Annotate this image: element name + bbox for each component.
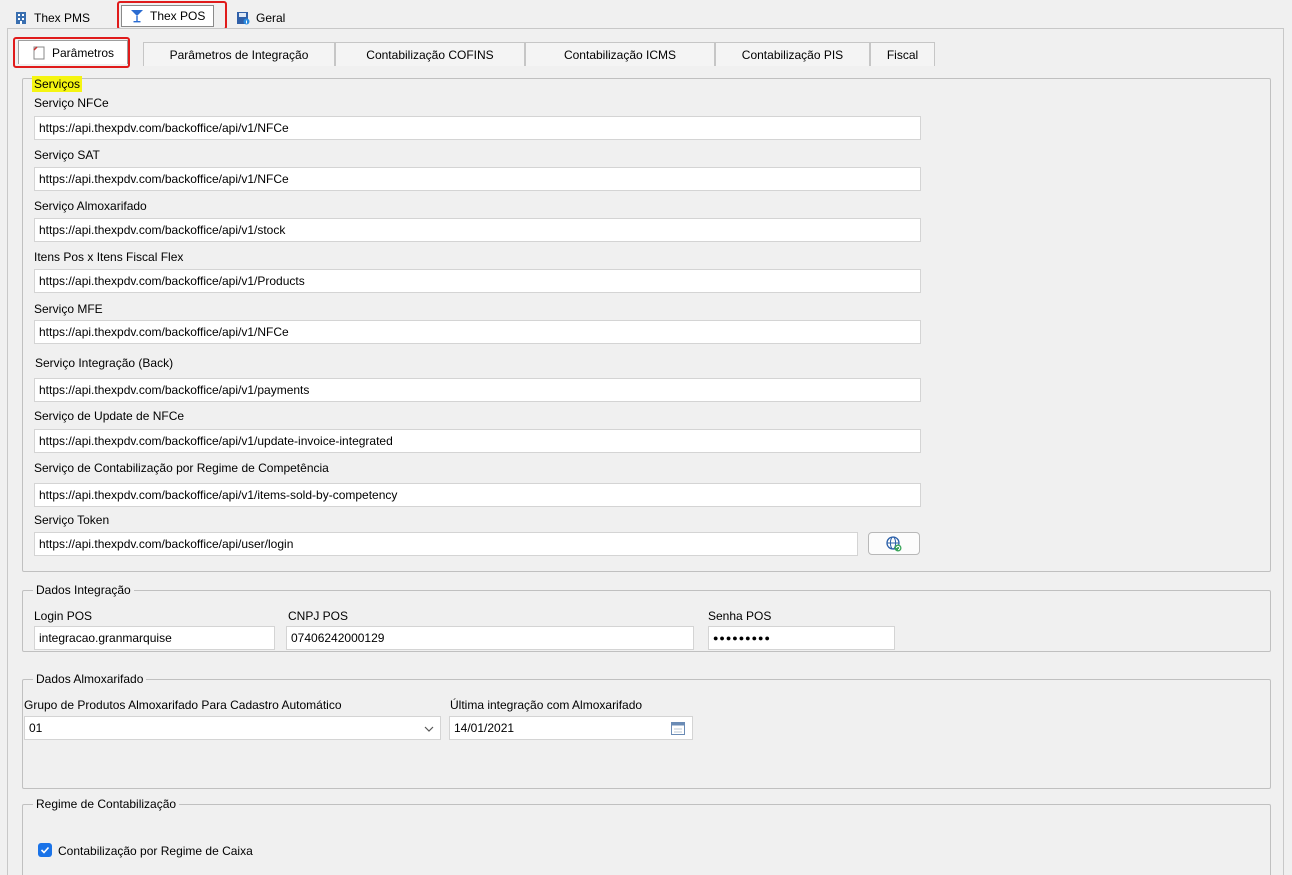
field-label-itens-pos: Itens Pos x Itens Fiscal Flex (34, 250, 184, 264)
cnpj-pos-label: CNPJ POS (288, 609, 349, 623)
grupo-produtos-select[interactable]: 01 (24, 716, 441, 740)
tab-contabilizacao-icms[interactable]: Contabilização ICMS (525, 42, 715, 66)
servicos-title: Serviços (32, 76, 83, 92)
input-servico-almoxarifado[interactable]: https://api.thexpdv.com/backoffice/api/v… (34, 218, 921, 242)
save-info-icon (237, 11, 250, 24)
login-pos-label: Login POS (34, 609, 93, 623)
checkmark-icon (40, 846, 50, 854)
annotation-box-parametros (13, 37, 130, 68)
annotation-box-thex-pos (117, 1, 227, 30)
tab-contabilizacao-pis[interactable]: Contabilização PIS (715, 42, 870, 66)
input-servico-integracao-back[interactable]: https://api.thexpdv.com/backoffice/api/v… (34, 378, 921, 402)
input-servico-nfce[interactable]: https://api.thexpdv.com/backoffice/api/v… (34, 116, 921, 140)
field-label-integracao-back: Serviço Integração (Back) (35, 356, 174, 370)
globe-refresh-icon (886, 535, 902, 551)
cnpj-pos-input[interactable]: 07406242000129 (286, 626, 694, 650)
tab-contabilizacao-cofins[interactable]: Contabilização COFINS (335, 42, 525, 66)
tab-thex-pms-label: Thex PMS (34, 10, 91, 25)
regime-caixa-checkbox[interactable] (38, 843, 52, 857)
calendar-icon[interactable] (670, 720, 686, 736)
building-icon (16, 11, 26, 24)
field-label-token: Serviço Token (34, 513, 110, 527)
chevron-down-icon[interactable] (424, 725, 434, 733)
tab-thex-pms[interactable]: Thex PMS (6, 6, 98, 29)
field-label-nfce: Serviço NFCe (34, 96, 109, 110)
regime-title: Regime de Contabilização (33, 797, 180, 811)
field-label-almoxarifado: Serviço Almoxarifado (34, 199, 147, 213)
field-label-competencia: Serviço de Contabilização por Regime de … (34, 461, 329, 475)
regime-caixa-label[interactable]: Contabilização por Regime de Caixa (58, 844, 253, 858)
field-label-update-nfce: Serviço de Update de NFCe (34, 409, 185, 423)
senha-pos-input[interactable]: ●●●●●●●●● (708, 626, 895, 650)
dados-integracao-title: Dados Integração (33, 583, 134, 597)
regime-group: Regime de Contabilização (22, 797, 1271, 875)
ultima-integracao-date[interactable]: 14/01/2021 (449, 716, 693, 740)
input-servico-token[interactable]: https://api.thexpdv.com/backoffice/api/u… (34, 532, 858, 556)
tab-geral-label: Geral (256, 10, 286, 25)
senha-pos-label: Senha POS (708, 609, 772, 623)
ultima-integracao-value: 14/01/2021 (454, 721, 515, 735)
field-label-mfe: Serviço MFE (34, 302, 103, 316)
field-label-sat: Serviço SAT (34, 148, 100, 162)
tab-fiscal[interactable]: Fiscal (870, 42, 935, 66)
test-token-button[interactable] (868, 532, 920, 555)
login-pos-input[interactable]: integracao.granmarquise (34, 626, 275, 650)
tab-parametros-integracao[interactable]: Parâmetros de Integração (143, 42, 335, 66)
tab-geral[interactable]: Geral (228, 6, 293, 29)
ultima-integracao-label: Última integração com Almoxarifado (450, 698, 643, 712)
dados-almoxarifado-title: Dados Almoxarifado (33, 672, 147, 686)
grupo-produtos-label: Grupo de Produtos Almoxarifado Para Cada… (24, 698, 342, 712)
input-itens-pos[interactable]: https://api.thexpdv.com/backoffice/api/v… (34, 269, 921, 293)
input-servico-update-nfce[interactable]: https://api.thexpdv.com/backoffice/api/v… (34, 429, 921, 453)
input-servico-sat[interactable]: https://api.thexpdv.com/backoffice/api/v… (34, 167, 921, 191)
input-servico-mfe[interactable]: https://api.thexpdv.com/backoffice/api/v… (34, 320, 921, 344)
grupo-produtos-value: 01 (29, 721, 43, 735)
input-servico-competencia[interactable]: https://api.thexpdv.com/backoffice/api/v… (34, 483, 921, 507)
